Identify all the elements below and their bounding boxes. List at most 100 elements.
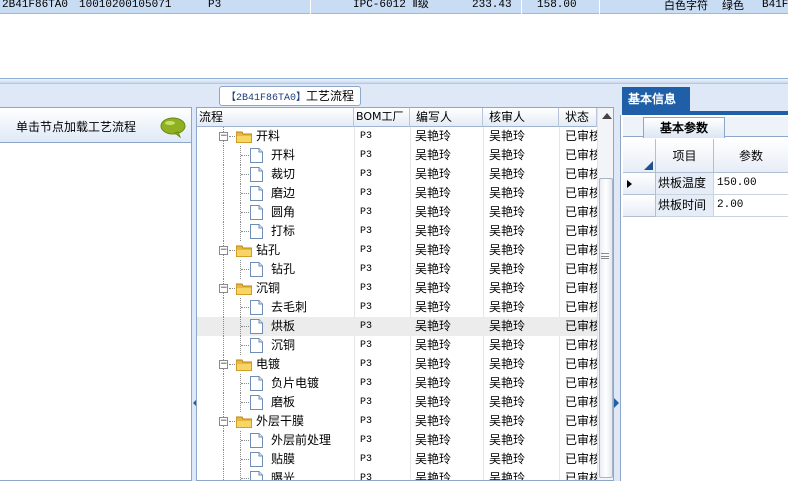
order-cell-code: 10010200105071 bbox=[79, 0, 172, 11]
tree-step-row[interactable]: 烘板 P3 吴艳玲 吴艳玲 已审核 bbox=[197, 317, 597, 336]
row-header[interactable] bbox=[623, 195, 656, 217]
tab-basic-params[interactable]: 基本参数 bbox=[643, 117, 725, 138]
col-header-reviewer[interactable]: 核审人 bbox=[483, 108, 559, 127]
collapse-expander-icon[interactable]: − bbox=[219, 360, 228, 369]
process-name: 外层干膜 bbox=[256, 414, 305, 428]
bom-factory-cell: P3 bbox=[360, 264, 373, 275]
document-icon bbox=[250, 433, 263, 448]
tree-step-row[interactable]: 贴膜 P3 吴艳玲 吴艳玲 已审核 bbox=[197, 450, 597, 469]
process-name: 曝光 bbox=[271, 471, 296, 481]
col-header-param[interactable]: 参数 bbox=[714, 139, 788, 173]
tree-step-row[interactable]: 去毛刺 P3 吴艳玲 吴艳玲 已审核 bbox=[197, 298, 597, 317]
process-title-id: 【2B41F86TA0】 bbox=[226, 93, 307, 104]
process-name: 开料 bbox=[271, 148, 296, 162]
tab-basic-info[interactable]: 基本信息 bbox=[622, 87, 690, 111]
writer-cell: 吴艳玲 bbox=[415, 376, 452, 390]
scroll-up-arrow-icon[interactable] bbox=[602, 113, 612, 119]
tree-group-row[interactable]: − 沉铜 P3 吴艳玲 吴艳玲 已审核 bbox=[197, 279, 597, 298]
bom-factory-cell: P3 bbox=[360, 207, 373, 218]
process-name: 圆角 bbox=[271, 205, 296, 219]
param-name: 烘板温度 bbox=[656, 173, 714, 195]
tree-step-row[interactable]: 开料 P3 吴艳玲 吴艳玲 已审核 bbox=[197, 146, 597, 165]
document-icon bbox=[250, 262, 263, 277]
process-name: 钻孔 bbox=[256, 243, 281, 257]
col-header-status[interactable]: 状态 bbox=[559, 108, 597, 127]
bom-factory-cell: P3 bbox=[360, 378, 373, 389]
param-row[interactable]: 烘板温度 150.00 bbox=[623, 173, 788, 195]
process-name: 沉铜 bbox=[256, 281, 281, 295]
document-icon bbox=[250, 186, 263, 201]
status-cell: 已审核 bbox=[565, 433, 597, 447]
tree-step-row[interactable]: 裁切 P3 吴艳玲 吴艳玲 已审核 bbox=[197, 165, 597, 184]
bom-factory-cell: P3 bbox=[360, 169, 373, 180]
status-cell: 已审核 bbox=[565, 300, 597, 314]
bom-factory-cell: P3 bbox=[360, 188, 373, 199]
tree-step-row[interactable]: 沉铜 P3 吴艳玲 吴艳玲 已审核 bbox=[197, 336, 597, 355]
reviewer-cell: 吴艳玲 bbox=[489, 224, 526, 238]
collapse-expander-icon[interactable]: − bbox=[219, 132, 228, 141]
param-value[interactable]: 150.00 bbox=[714, 173, 788, 195]
status-cell: 已审核 bbox=[565, 395, 597, 409]
process-panel-title: 【2B41F86TA0】工艺流程 bbox=[219, 86, 362, 106]
folder-icon bbox=[236, 131, 252, 143]
collapse-expander-icon[interactable]: − bbox=[219, 417, 228, 426]
tree-step-row[interactable]: 圆角 P3 吴艳玲 吴艳玲 已审核 bbox=[197, 203, 597, 222]
tree-step-row[interactable]: 负片电镀 P3 吴艳玲 吴艳玲 已审核 bbox=[197, 374, 597, 393]
row-header[interactable] bbox=[623, 173, 656, 195]
tree-step-row[interactable]: 钻孔 P3 吴艳玲 吴艳玲 已审核 bbox=[197, 260, 597, 279]
process-name: 钻孔 bbox=[271, 262, 296, 276]
reviewer-cell: 吴艳玲 bbox=[489, 357, 526, 371]
bom-factory-cell: P3 bbox=[360, 416, 373, 427]
reviewer-cell: 吴艳玲 bbox=[489, 395, 526, 409]
status-cell: 已审核 bbox=[565, 414, 597, 428]
reviewer-cell: 吴艳玲 bbox=[489, 262, 526, 276]
scrollbar-thumb[interactable] bbox=[599, 178, 613, 478]
subtab-strip: 基本参数 bbox=[623, 117, 788, 138]
document-icon bbox=[250, 148, 263, 163]
tree-group-row[interactable]: − 钻孔 P3 吴艳玲 吴艳玲 已审核 bbox=[197, 241, 597, 260]
reviewer-cell: 吴艳玲 bbox=[489, 129, 526, 143]
app-window: 2B41F86TA0 10010200105071 P3 IPC-6012 Ⅱ级… bbox=[0, 0, 788, 481]
folder-icon bbox=[236, 283, 252, 295]
document-icon bbox=[250, 338, 263, 353]
order-cell-part-no: 2B41F86TA0 bbox=[2, 0, 69, 11]
process-name: 磨板 bbox=[271, 395, 296, 409]
tree-step-row[interactable]: 磨边 P3 吴艳玲 吴艳玲 已审核 bbox=[197, 184, 597, 203]
col-header-process[interactable]: 流程 bbox=[197, 108, 354, 127]
tree-step-row[interactable]: 外层前处理 P3 吴艳玲 吴艳玲 已审核 bbox=[197, 431, 597, 450]
status-cell: 已审核 bbox=[565, 148, 597, 162]
tree-group-row[interactable]: − 开料 P3 吴艳玲 吴艳玲 已审核 bbox=[197, 127, 597, 146]
writer-cell: 吴艳玲 bbox=[415, 338, 452, 352]
process-name: 开料 bbox=[256, 129, 281, 143]
bom-factory-cell: P3 bbox=[360, 245, 373, 256]
status-cell: 已审核 bbox=[565, 376, 597, 390]
reviewer-cell: 吴艳玲 bbox=[489, 338, 526, 352]
col-header-bom-factory[interactable]: BOM工厂 bbox=[354, 108, 410, 127]
vertical-scrollbar[interactable] bbox=[597, 108, 613, 480]
selected-order-row[interactable]: 2B41F86TA0 10010200105071 P3 IPC-6012 Ⅱ级… bbox=[0, 0, 788, 14]
tree-step-row[interactable]: 打标 P3 吴艳玲 吴艳玲 已审核 bbox=[197, 222, 597, 241]
process-name: 负片电镀 bbox=[271, 376, 320, 390]
tree-step-row[interactable]: 磨板 P3 吴艳玲 吴艳玲 已审核 bbox=[197, 393, 597, 412]
col-header-writer[interactable]: 编写人 bbox=[410, 108, 483, 127]
tree-step-row[interactable]: 曝光 P3 吴艳玲 吴艳玲 已审核 bbox=[197, 469, 597, 481]
document-icon bbox=[250, 300, 263, 315]
document-icon bbox=[250, 452, 263, 467]
collapse-expander-icon[interactable]: − bbox=[219, 246, 228, 255]
tree-group-row[interactable]: − 外层干膜 P3 吴艳玲 吴艳玲 已审核 bbox=[197, 412, 597, 431]
col-header-item[interactable]: 项目 bbox=[656, 139, 714, 173]
status-cell: 已审核 bbox=[565, 243, 597, 257]
reviewer-cell: 吴艳玲 bbox=[489, 433, 526, 447]
tree-group-row[interactable]: − 电镀 P3 吴艳玲 吴艳玲 已审核 bbox=[197, 355, 597, 374]
reviewer-cell: 吴艳玲 bbox=[489, 167, 526, 181]
bom-factory-cell: P3 bbox=[360, 131, 373, 142]
param-value[interactable]: 2.00 bbox=[714, 195, 788, 217]
writer-cell: 吴艳玲 bbox=[415, 300, 452, 314]
order-cell-silkscreen: 白色字符 bbox=[664, 0, 708, 12]
process-name: 裁切 bbox=[271, 167, 296, 181]
collapse-expander-icon[interactable]: − bbox=[219, 284, 228, 293]
process-name: 打标 bbox=[271, 224, 296, 238]
bom-factory-cell: P3 bbox=[360, 321, 373, 332]
writer-cell: 吴艳玲 bbox=[415, 471, 452, 481]
param-row[interactable]: 烘板时间 2.00 bbox=[623, 195, 788, 217]
